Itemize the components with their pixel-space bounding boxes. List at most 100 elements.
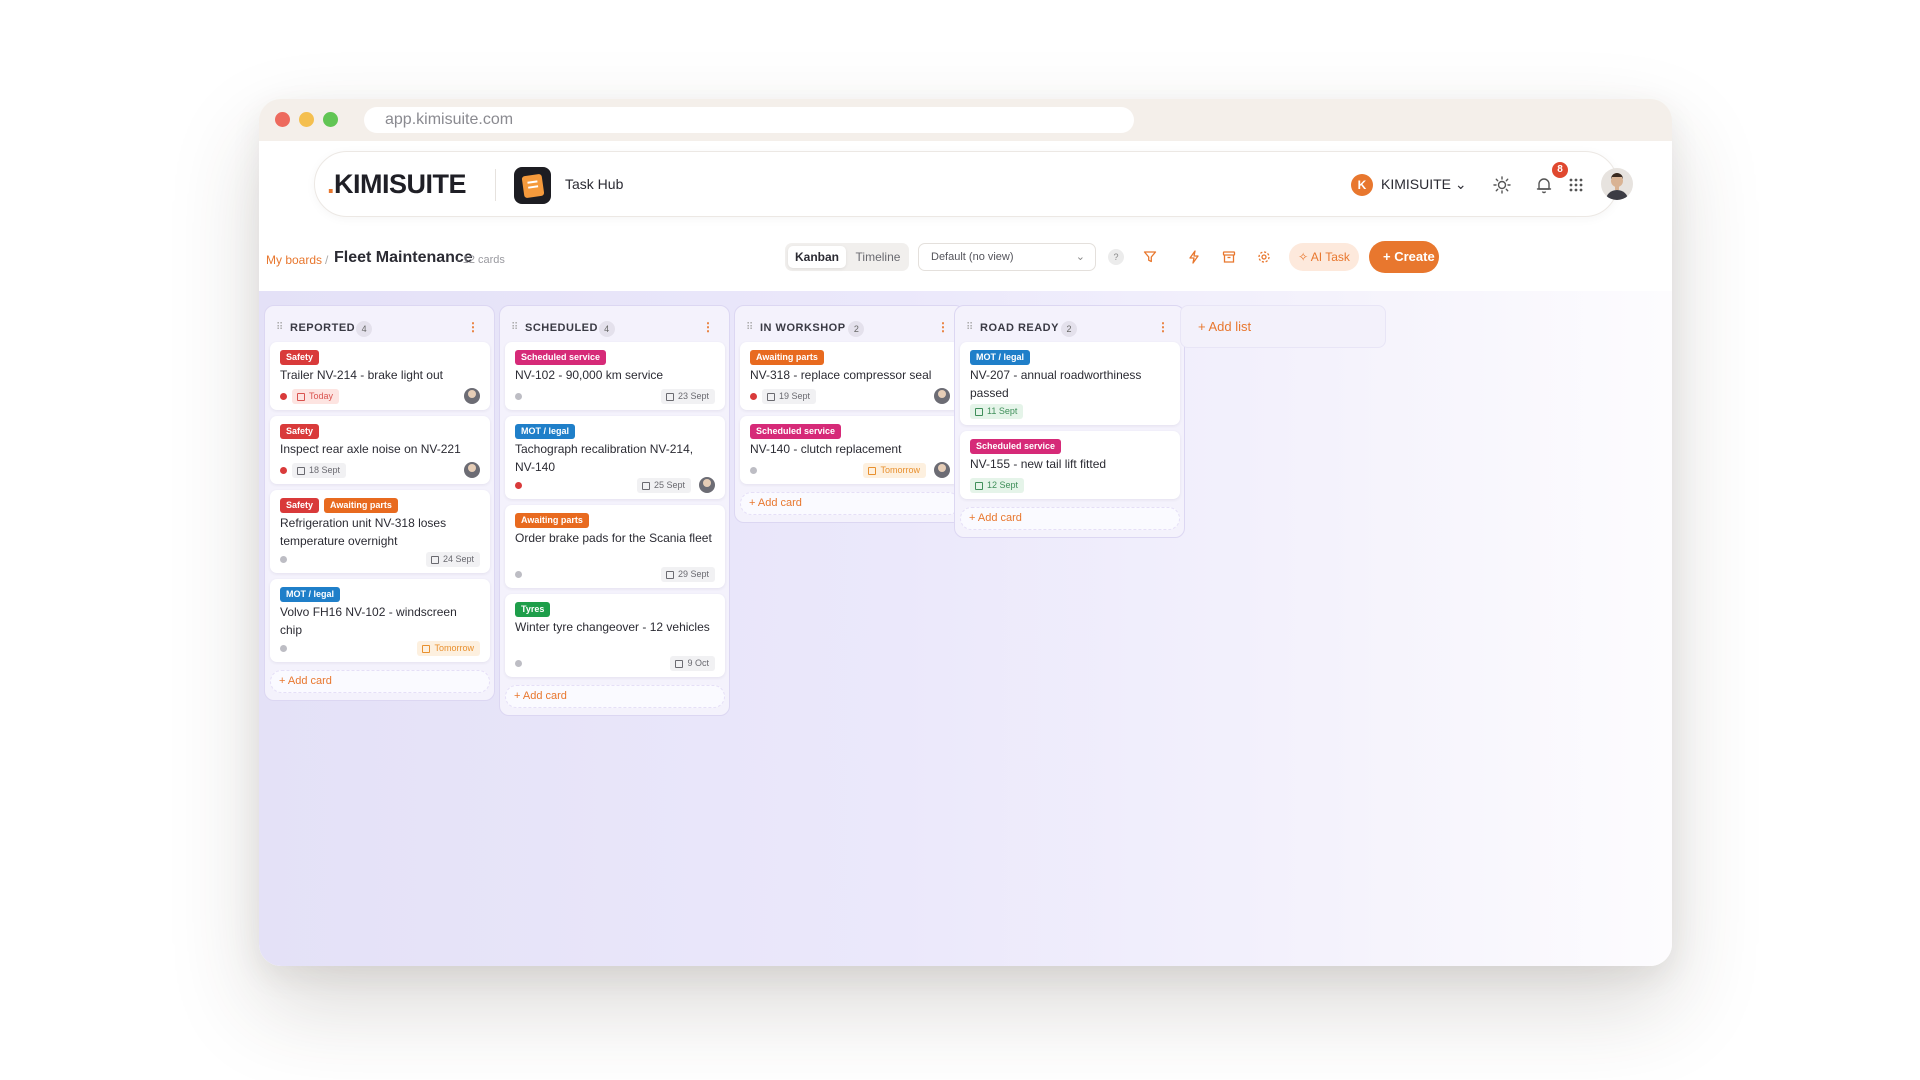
column-menu-icon[interactable]: ⋮ — [467, 320, 479, 334]
minimize-window-button[interactable] — [299, 112, 314, 127]
task-sheet-icon — [521, 173, 544, 198]
task-card[interactable]: Safety Awaiting parts Refrigeration unit N… — [270, 490, 490, 573]
assignee-avatar[interactable] — [464, 462, 480, 478]
workspace-switcher[interactable]: KIMISUITE ⌄ — [1381, 176, 1467, 193]
archive-button[interactable] — [1216, 244, 1242, 270]
user-avatar[interactable] — [1601, 168, 1633, 200]
due-date-chip[interactable]: 11 Sept — [970, 404, 1024, 419]
due-date-chip[interactable]: 18 Sept — [292, 463, 347, 478]
browser-window: app.kimisuite.com .KIMISUITE Task Hub K … — [259, 99, 1672, 966]
tag-label: Scheduled service — [970, 439, 1062, 454]
workspace-avatar[interactable]: K — [1351, 174, 1373, 196]
drag-handle-icon[interactable]: ⠿ — [966, 322, 973, 334]
priority-dot — [750, 393, 757, 400]
drag-handle-icon[interactable]: ⠿ — [276, 322, 283, 334]
automation-button[interactable] — [1181, 244, 1207, 270]
card-tags: Scheduled service — [750, 424, 842, 439]
drag-handle-icon[interactable]: ⠿ — [511, 322, 518, 334]
due-date-chip[interactable]: 12 Sept — [970, 478, 1025, 493]
workspace-name: KIMISUITE — [1381, 176, 1452, 192]
priority-dot — [280, 556, 287, 563]
add-list-button[interactable]: + Add list — [1180, 305, 1386, 348]
column-title: IN WORKSHOP — [760, 322, 846, 334]
tag-label: Scheduled service — [750, 424, 842, 439]
tag-label: Safety — [280, 350, 320, 365]
tab-timeline[interactable]: Timeline — [849, 246, 907, 268]
column-menu-icon[interactable]: ⋮ — [702, 320, 714, 334]
drag-handle-icon[interactable]: ⠿ — [746, 322, 753, 334]
tag-label: MOT / legal — [280, 587, 341, 602]
tab-kanban[interactable]: Kanban — [788, 246, 846, 268]
assignee-avatar[interactable] — [464, 388, 480, 404]
create-card-button[interactable]: + Create — [1369, 241, 1439, 273]
due-date-chip[interactable]: Tomorrow — [863, 463, 926, 478]
calendar-icon — [975, 481, 983, 490]
add-card-button[interactable]: + Add card — [740, 492, 960, 515]
task-card[interactable]: Scheduled service NV-102 - 90,000 km serv… — [505, 342, 725, 410]
due-date-label: 24 Sept — [442, 554, 474, 564]
due-date-chip[interactable]: 19 Sept — [762, 389, 817, 404]
task-card[interactable]: MOT / legal Volvo FH16 NV-102 - windscree… — [270, 579, 490, 662]
nav-divider — [495, 169, 496, 201]
kanban-column: ⠿ SCHEDULED 4 ⋮ Scheduled service NV-102 - 90… — [499, 305, 730, 716]
gear-icon — [1258, 251, 1270, 263]
task-card[interactable]: Scheduled service NV-155 - new tail lift … — [960, 431, 1180, 499]
filter-button[interactable] — [1137, 244, 1163, 270]
tag-label: MOT / legal — [515, 424, 576, 439]
apps-grid-button[interactable] — [1563, 172, 1589, 198]
task-card[interactable]: Awaiting parts NV-318 - replace compresso… — [740, 342, 960, 410]
kanban-board: ⠿ REPORTED 4 ⋮ Safety Trailer NV-214 - brake … — [259, 291, 1672, 966]
task-card[interactable]: Awaiting parts Order brake pads for the S… — [505, 505, 725, 588]
close-window-button[interactable] — [275, 112, 290, 127]
breadcrumb-separator: / — [325, 253, 329, 267]
sun-icon — [1493, 176, 1511, 194]
due-date-label: 9 Oct — [687, 658, 709, 668]
task-card[interactable]: Safety Trailer NV-214 - brake light out To… — [270, 342, 490, 410]
add-card-button[interactable]: + Add card — [960, 507, 1180, 530]
add-card-button[interactable]: + Add card — [270, 670, 490, 693]
due-date-chip[interactable]: Today — [292, 389, 340, 404]
card-tags: Safety — [280, 424, 320, 439]
calendar-icon — [297, 466, 305, 475]
card-title: Trailer NV-214 - brake light out — [280, 368, 443, 382]
kanban-column: ⠿ ROAD READY 2 ⋮ MOT / legal NV-207 - annual … — [954, 305, 1185, 538]
board-title: Fleet Maintenance — [334, 249, 473, 266]
card-title: NV-102 - 90,000 km service — [515, 368, 664, 382]
kimisuite-logo[interactable]: .KIMISUITE — [327, 169, 467, 200]
due-date-chip[interactable]: 29 Sept — [660, 567, 715, 582]
task-card[interactable]: MOT / legal NV-207 - annual roadworthines… — [960, 342, 1180, 425]
saved-view-select[interactable]: Default (no view) ⌄ — [918, 243, 1096, 271]
notifications-button[interactable] — [1531, 172, 1557, 198]
tag-label: Safety — [280, 424, 320, 439]
card-tags: MOT / legal — [970, 350, 1031, 365]
column-menu-icon[interactable]: ⋮ — [1157, 320, 1169, 334]
maximize-window-button[interactable] — [323, 112, 338, 127]
board-settings-button[interactable] — [1251, 244, 1277, 270]
card-title: NV-318 - replace compressor seal — [750, 368, 932, 382]
card-tags: Awaiting parts — [750, 350, 824, 365]
assignee-avatar[interactable] — [934, 462, 950, 478]
task-card[interactable]: Scheduled service NV-140 - clutch replace… — [740, 416, 960, 484]
due-date-chip[interactable]: 25 Sept — [636, 478, 691, 493]
task-hub-app-icon[interactable] — [514, 167, 551, 204]
ai-task-button[interactable]: ✧ AI Task — [1289, 243, 1359, 271]
breadcrumb-my-boards[interactable]: My boards — [266, 253, 322, 267]
task-card[interactable]: Safety Inspect rear axle noise on NV-221 1… — [270, 416, 490, 484]
add-card-button[interactable]: + Add card — [505, 685, 725, 708]
task-card[interactable]: MOT / legal Tachograph recalibration NV-2… — [505, 416, 725, 499]
assignee-avatar[interactable] — [699, 477, 715, 493]
theme-toggle-button[interactable] — [1489, 172, 1515, 198]
url-bar[interactable]: app.kimisuite.com — [364, 107, 1134, 133]
column-count-badge: 2 — [848, 321, 865, 337]
due-date-label: Today — [309, 391, 334, 401]
due-date-chip[interactable]: 23 Sept — [660, 389, 715, 404]
due-date-chip[interactable]: 24 Sept — [425, 552, 480, 567]
column-menu-icon[interactable]: ⋮ — [937, 320, 949, 334]
due-date-label: 29 Sept — [677, 569, 709, 579]
calendar-icon — [975, 407, 983, 416]
due-date-chip[interactable]: 9 Oct — [670, 656, 715, 671]
assignee-avatar[interactable] — [934, 388, 950, 404]
due-date-chip[interactable]: Tomorrow — [417, 641, 480, 656]
task-card[interactable]: Tyres Winter tyre changeover - 12 vehicle… — [505, 594, 725, 677]
help-button[interactable]: ? — [1108, 249, 1124, 265]
